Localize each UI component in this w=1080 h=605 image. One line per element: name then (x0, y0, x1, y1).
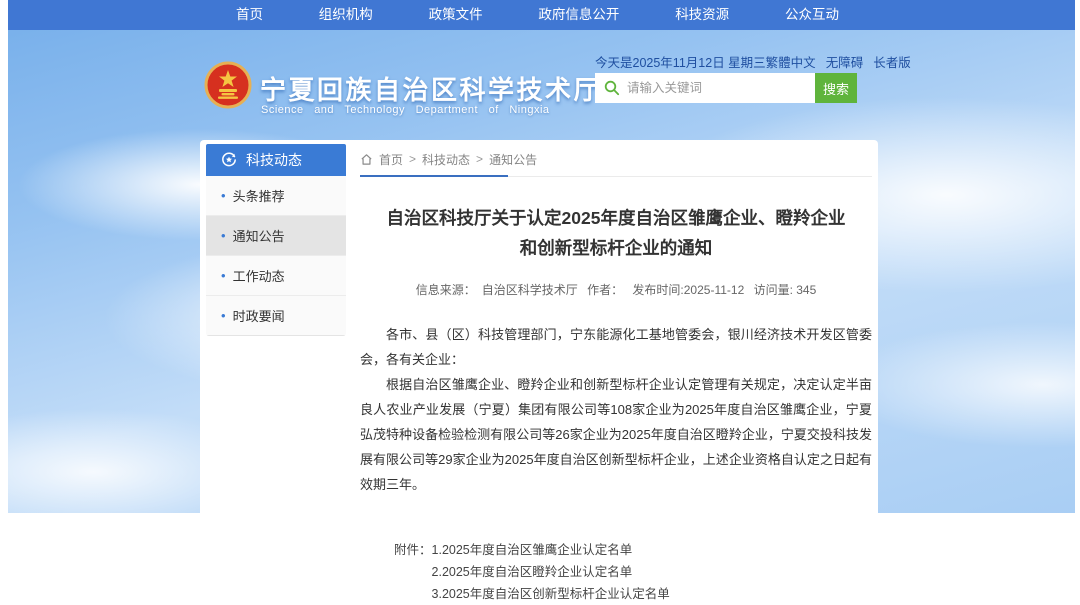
current-date-text: 今天是2025年11月12日 星期三 (595, 52, 766, 71)
article-paragraph: 各市、县（区）科技管理部门，宁东能源化工基地管委会，银川经济技术开发区管委会，各… (360, 322, 872, 372)
article-meta: 信息来源： 自治区科学技术厅 作者： 发布时间:2025-11-12 访问量: 3… (360, 281, 872, 298)
attachment-link-eagle-list[interactable]: 1.2025年度自治区雏鹰企业认定名单 (432, 539, 670, 561)
article-paragraph: 根据自治区雏鹰企业、瞪羚企业和创新型标杆企业认定管理有关规定，决定认定半亩良人农… (360, 372, 872, 497)
meta-view-count: 访问量: 345 (754, 283, 817, 297)
sidebar: 科技动态 • 头条推荐 • 通知公告 • 工作动态 • 时政要闻 (206, 144, 346, 336)
article-content-area: 首页 > 科技动态 > 通知公告 自治区科技厅关于认定2025年度自治区雏鹰企业… (360, 148, 872, 605)
sidebar-item-label: 头条推荐 (233, 186, 285, 205)
sidebar-item-label: 工作动态 (233, 266, 285, 285)
breadcrumb-home[interactable]: 首页 (379, 151, 403, 168)
breadcrumb-notices[interactable]: 通知公告 (489, 151, 537, 168)
bullet-icon: • (221, 309, 226, 322)
attachment-link-gazelle-list[interactable]: 2.2025年度自治区瞪羚企业认定名单 (432, 561, 670, 583)
attachments-section: 附件： 1.2025年度自治区雏鹰企业认定名单 2.2025年度自治区瞪羚企业认… (394, 539, 872, 605)
sidebar-item-work-updates[interactable]: • 工作动态 (206, 256, 346, 296)
sidebar-menu: • 头条推荐 • 通知公告 • 工作动态 • 时政要闻 (206, 176, 346, 336)
link-senior-version[interactable]: 长者版 (873, 52, 911, 71)
attachment-link-benchmark-list[interactable]: 3.2025年度自治区创新型标杆企业认定名单 (432, 583, 670, 605)
sidebar-item-label: 通知公告 (233, 226, 285, 245)
link-accessibility[interactable]: 无障碍 (826, 52, 864, 71)
search-bar: 搜索 (595, 73, 857, 103)
nav-item-home[interactable]: 首页 (230, 0, 269, 30)
top-navbar: 首页 组织机构 政策文件 政府信息公开 科技资源 公众互动 (8, 0, 1075, 30)
sidebar-header: 科技动态 (206, 144, 346, 176)
nav-items: 首页 组织机构 政策文件 政府信息公开 科技资源 公众互动 (230, 0, 845, 30)
home-icon (360, 153, 373, 166)
nav-item-organization[interactable]: 组织机构 (313, 0, 379, 30)
sidebar-item-current-politics[interactable]: • 时政要闻 (206, 296, 346, 336)
nav-item-sci-tech-resources[interactable]: 科技资源 (669, 0, 735, 30)
sidebar-item-label: 时政要闻 (233, 306, 285, 325)
site-subtitle-english: Science and Technology Department of Nin… (261, 104, 550, 116)
bullet-icon: • (221, 269, 226, 282)
main-content-wrapper: 科技动态 • 头条推荐 • 通知公告 • 工作动态 • 时政要闻 (200, 140, 878, 513)
search-button[interactable]: 搜索 (815, 73, 857, 103)
sidebar-item-notices[interactable]: • 通知公告 (206, 216, 346, 256)
breadcrumb-separator: > (476, 152, 483, 166)
search-icon (604, 80, 620, 96)
sidebar-title: 科技动态 (246, 150, 302, 170)
bullet-icon: • (221, 229, 226, 242)
nav-item-public-interaction[interactable]: 公众互动 (779, 0, 845, 30)
bullet-icon: • (221, 189, 226, 202)
link-traditional-chinese[interactable]: 繁體中文 (766, 52, 816, 71)
breadcrumb: 首页 > 科技动态 > 通知公告 (360, 148, 872, 170)
breadcrumb-separator: > (409, 152, 416, 166)
national-emblem-logo (204, 61, 252, 109)
article-body: 各市、县（区）科技管理部门，宁东能源化工基地管委会，银川经济技术开发区管委会，各… (360, 322, 872, 497)
breadcrumb-divider (360, 176, 872, 177)
date-row: 今天是2025年11月12日 星期三 繁體中文 无障碍 长者版 (595, 52, 873, 71)
attachments-label: 附件： (394, 539, 432, 605)
breadcrumb-sci-tech-news[interactable]: 科技动态 (422, 151, 470, 168)
article-title: 自治区科技厅关于认定2025年度自治区雏鹰企业、瞪羚企业和创新型标杆企业的通知 (381, 203, 851, 263)
search-input[interactable] (595, 73, 815, 103)
meta-source-label: 信息来源： (416, 283, 476, 297)
quick-links: 繁體中文 无障碍 长者版 (766, 52, 911, 71)
nav-item-gov-info-disclosure[interactable]: 政府信息公开 (532, 0, 625, 30)
sidebar-item-headline-recommend[interactable]: • 头条推荐 (206, 176, 346, 216)
meta-author-label: 作者： (587, 283, 623, 297)
meta-source-value: 自治区科学技术厅 (482, 283, 578, 297)
site-title: 宁夏回族自治区科学技术厅 (260, 70, 602, 107)
nav-item-policy-documents[interactable]: 政策文件 (423, 0, 489, 30)
attachments-list: 1.2025年度自治区雏鹰企业认定名单 2.2025年度自治区瞪羚企业认定名单 … (432, 539, 670, 605)
meta-publish-date: 发布时间:2025-11-12 (632, 283, 744, 297)
circle-star-icon (221, 152, 237, 168)
search-input-wrap (595, 73, 815, 103)
